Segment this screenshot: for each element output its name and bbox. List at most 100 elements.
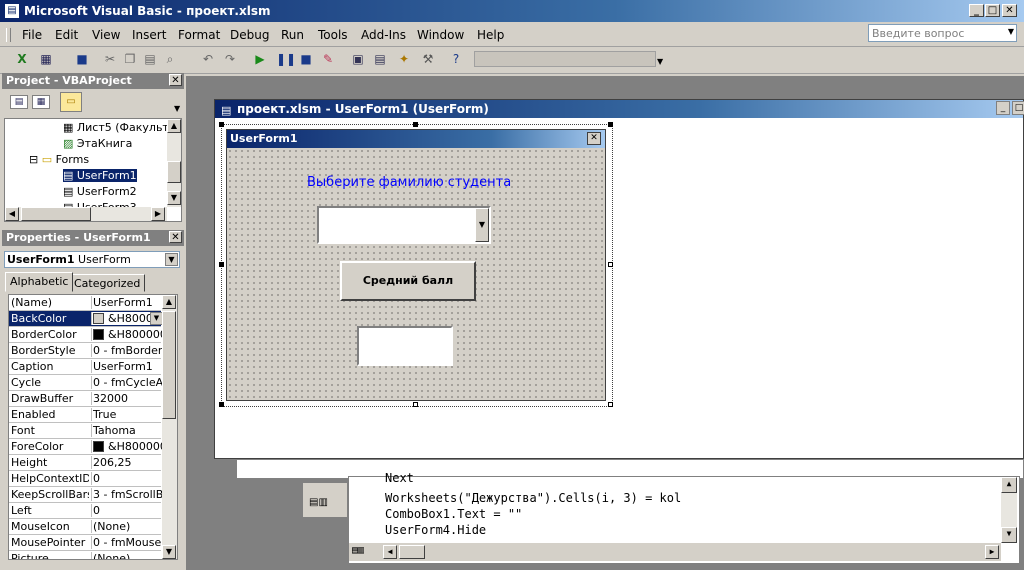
property-row[interactable]: HelpContextID 0 [9,471,161,487]
hscroll-thumb[interactable] [399,545,425,559]
menu-format[interactable]: Format [178,28,220,42]
property-row[interactable]: Left 0 [9,503,161,519]
property-row[interactable]: Picture (None) [9,551,163,559]
view-object-icon[interactable]: ▦ [32,95,50,109]
scroll-right-icon[interactable]: ▶ [151,207,165,221]
hscroll-thumb[interactable] [21,207,91,221]
close-button[interactable]: ✕ [1002,4,1017,17]
reset-icon[interactable]: ■ [298,51,314,67]
property-value[interactable]: 0 [91,472,163,485]
code-line[interactable]: Worksheets("Дежурства").Cells(i, 3) = ko… [385,491,681,505]
tree-item-sheet5[interactable]: ▦ Лист5 (Факульт [63,121,169,134]
chevron-down-icon[interactable]: ▼ [475,208,489,242]
property-row[interactable]: DrawBuffer 32000 [9,391,161,407]
view-excel-icon[interactable]: X [14,51,30,67]
property-row[interactable]: ForeColor&H8000001 [9,439,163,455]
code-line[interactable]: Next [385,471,414,485]
property-row[interactable]: Font Tahoma [9,423,161,439]
property-row[interactable]: BorderStyle 0 - fmBorderSt [9,343,163,359]
break-icon[interactable]: ❚❚ [276,51,296,67]
property-value[interactable]: 0 [91,504,163,517]
menu-file[interactable]: File [22,28,42,42]
scroll-up-icon[interactable]: ▲ [1001,477,1017,493]
scroll-down-icon[interactable]: ▼ [1001,527,1017,543]
collapse-icon[interactable]: ⊟ [29,153,42,166]
menu-insert[interactable]: Insert [132,28,166,42]
code-window[interactable]: Next Worksheets("Дежурства").Cells(i, 3)… [348,471,1020,564]
userform-close-icon[interactable]: ✕ [587,132,601,145]
ask-dropdown-icon[interactable]: ▼ [1008,27,1014,36]
property-row[interactable]: Height 206,25 [9,455,161,471]
project-toolbar-chevron-icon[interactable]: ▼ [174,104,180,113]
procedure-view-icon[interactable]: ▤▥ [352,545,364,556]
property-value[interactable]: 3 - fmScrollBar [91,488,163,501]
resize-handle-corner[interactable] [608,402,613,407]
property-value[interactable]: 0 - fmMousePo [91,536,163,549]
copy-icon[interactable]: ❐ [122,51,138,67]
properties-object-select[interactable]: UserForm1 UserForm ▼ [4,251,180,268]
tree-item-userform2[interactable]: ▤ UserForm2 [63,185,137,198]
property-row[interactable]: (Name) UserForm1 [9,295,161,311]
save-icon[interactable]: ■ [74,51,90,67]
property-row[interactable]: Cycle 0 - fmCycleAllF [9,375,163,391]
property-value[interactable]: 0 - fmCycleAllF [91,376,163,389]
cut-icon[interactable]: ✂ [102,51,118,67]
userform-canvas[interactable]: UserForm1 ✕ Выберите фамилию студента ▼ … [226,129,606,401]
menu-window[interactable]: Window [417,28,464,42]
property-row[interactable]: BorderColor &H800000 [9,327,163,343]
property-value[interactable]: &H8000 ▼ [91,312,163,325]
scroll-up-icon[interactable]: ▲ [167,119,181,133]
average-grade-button[interactable]: Средний балл [340,261,476,301]
maximize-button[interactable]: □ [985,4,1000,17]
insert-userform-icon[interactable]: ▦ [38,51,54,67]
menu-run[interactable]: Run [281,28,304,42]
property-row[interactable]: Caption UserForm1 [9,359,161,375]
scroll-right-icon[interactable]: ▶ [985,545,999,559]
property-value[interactable]: UserForm1 [91,360,163,373]
tree-item-userform1[interactable]: ▤ UserForm1 [63,169,137,182]
project-hscrollbar[interactable]: ◀ ▶ [5,207,167,221]
tab-categorized[interactable]: Categorized [69,274,146,292]
property-row[interactable]: BackColor &H8000 ▼ [9,311,163,327]
menu-view[interactable]: View [92,28,120,42]
menu-help[interactable]: Help [477,28,504,42]
property-value[interactable]: UserForm1 [91,296,163,309]
view-code-icon[interactable]: ▤ [10,95,28,109]
property-value[interactable]: (None) [91,552,163,559]
designer-maximize-button[interactable]: □ [1012,101,1024,115]
redo-icon[interactable]: ↷ [222,51,238,67]
menu-debug[interactable]: Debug [230,28,269,42]
ask-question-box[interactable]: Введите вопрос ▼ [868,24,1017,42]
property-value[interactable]: 32000 [91,392,163,405]
property-value[interactable]: (None) [91,520,163,533]
design-mode-icon[interactable]: ✎ [320,51,336,67]
properties-vscrollbar[interactable]: ▲ ▼ [162,295,177,559]
property-row[interactable]: MousePointer 0 - fmMousePo [9,535,163,551]
property-value[interactable]: &H800000 [91,328,163,341]
properties-window-icon[interactable]: ▤ [372,51,388,67]
undo-icon[interactable]: ↶ [200,51,216,67]
property-row[interactable]: MouseIcon (None) [9,519,161,535]
paste-icon[interactable]: ▤ [142,51,158,67]
property-row[interactable]: Enabled True [9,407,161,423]
designer-minimize-button[interactable]: _ [996,101,1010,115]
resize-handle-right[interactable] [608,262,613,267]
scroll-down-icon[interactable]: ▼ [167,191,181,205]
result-textbox[interactable] [357,326,453,366]
minimize-button[interactable]: _ [969,4,984,17]
menu-addins[interactable]: Add-Ins [361,28,406,42]
project-vscrollbar[interactable]: ▲ ▼ [167,119,181,207]
toggle-folders-icon[interactable]: ▭ [60,92,82,112]
scroll-left-icon[interactable]: ◀ [5,207,19,221]
property-value[interactable]: 206,25 [91,456,163,469]
tab-alphabetic[interactable]: Alphabetic [5,272,74,292]
code-line[interactable]: UserForm4.Hide [385,523,486,537]
property-value[interactable]: True [91,408,163,421]
tree-item-thisworkbook[interactable]: ▨ ЭтаКнига [63,137,132,150]
property-value[interactable]: 0 - fmBorderSt [91,344,163,357]
scroll-thumb[interactable] [162,311,176,419]
tree-item-forms[interactable]: ⊟ ▭ Forms [29,153,89,166]
chevron-down-icon[interactable]: ▼ [165,253,178,266]
properties-pane-close-icon[interactable]: ✕ [169,231,182,243]
procedure-view-icon[interactable]: ▤▥ [309,497,328,508]
